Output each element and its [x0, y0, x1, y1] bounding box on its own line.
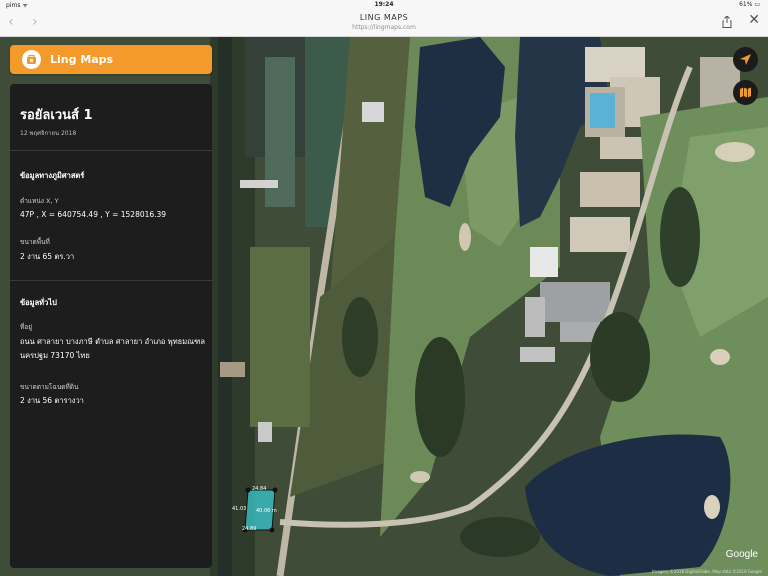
- google-watermark: Google: [725, 549, 758, 560]
- ling-maps-logo-icon: [22, 50, 41, 69]
- position-value: 47P , X = 640754.49 , Y = 1528016.39: [20, 210, 167, 219]
- divider: [10, 150, 212, 151]
- area-value: 2 งาน 65 ตร.วา: [20, 252, 75, 261]
- close-button[interactable]: ✕: [748, 12, 760, 28]
- title-deed-label: ขนาดตามโฉนดที่ดิน: [20, 383, 79, 391]
- parcel-edge-label-top: 24.84: [252, 486, 267, 492]
- url-display[interactable]: https://lingmaps.com: [0, 24, 768, 31]
- parcel-date: 12 พฤศจิกายน 2018: [20, 130, 77, 137]
- navigation-arrow-icon: [740, 54, 751, 65]
- share-icon[interactable]: [722, 16, 732, 28]
- map-attribution[interactable]: Imagery ©2018 DigitalGlobe, Map data ©20…: [652, 569, 762, 574]
- address-label: ที่อยู่: [20, 323, 32, 331]
- parcel-title: รอยัลเวนส์ 1: [20, 108, 93, 123]
- status-bar: pims ᯤ 19:24 61% ▭: [0, 0, 768, 10]
- title-deed-value: 2 งาน 56 ตารางวา: [20, 396, 84, 405]
- browser-toolbar: ‹ › LING MAPS https://lingmaps.com ✕: [0, 10, 768, 37]
- brand-header[interactable]: Ling Maps: [10, 45, 212, 74]
- parcel-info-panel: รอยัลเวนส์ 1 12 พฤศจิกายน 2018 ข้อมูลทาง…: [10, 84, 212, 568]
- clock: 19:24: [374, 1, 394, 8]
- battery-indicator: 61% ▭: [739, 1, 760, 8]
- general-section-heading: ข้อมูลทั่วไป: [20, 298, 57, 307]
- parcel-edge-label-bottom: 24.89: [242, 526, 257, 532]
- parcel-edge-label-left: 41.03: [232, 506, 247, 512]
- geo-section-heading: ข้อมูลทางภูมิศาสตร์: [20, 171, 85, 180]
- page-title: LING MAPS: [359, 13, 409, 22]
- divider: [10, 280, 212, 281]
- address-value: ถนน ศาลายา บางภาษี ตำบล ศาลายา อำเภอ พุท…: [20, 337, 205, 360]
- locate-button[interactable]: [733, 47, 758, 72]
- map-layers-icon: [740, 87, 751, 98]
- area-label: ขนาดพื้นที่: [20, 238, 50, 246]
- layers-button[interactable]: [733, 80, 758, 105]
- parcel-edge-label-right: 40.06 m: [256, 508, 277, 514]
- position-label: ตำแหน่ง X, Y: [20, 197, 59, 205]
- brand-name: Ling Maps: [50, 53, 114, 66]
